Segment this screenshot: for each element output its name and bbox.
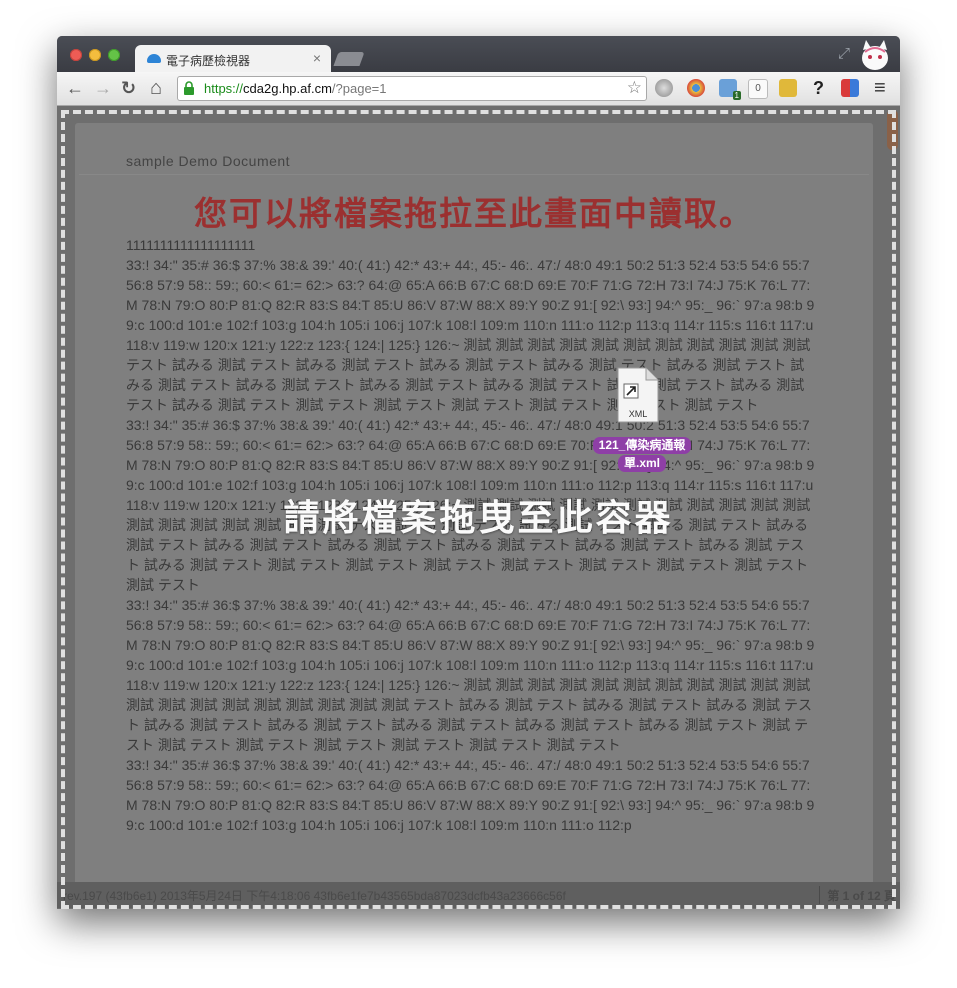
new-tab-button[interactable] [333, 52, 365, 66]
browser-window: 電子病歷檢視器 × ⤢ ← → ↻ ⌂ https://cda2g.hp.af.… [57, 36, 900, 909]
title-bar: 電子病歷檢視器 × ⤢ [57, 36, 900, 72]
browser-toolbar: ← → ↻ ⌂ https://cda2g.hp.af.cm/?page=1 ☆… [57, 72, 900, 106]
cloud-icon [147, 54, 161, 63]
back-button[interactable]: ← [66, 77, 84, 99]
maximize-window-button[interactable] [108, 49, 120, 61]
file-name-line1: 121_傳染病通報 [592, 437, 692, 454]
file-name-line2: 單.xml [617, 455, 666, 472]
url-text[interactable]: https://cda2g.hp.af.cm/?page=1 [204, 81, 387, 96]
minimize-window-button[interactable] [89, 49, 101, 61]
lock-icon [184, 81, 194, 95]
url-path: /?page=1 [331, 81, 387, 96]
url-scheme: https:// [204, 81, 244, 96]
file-name-label: 121_傳染病通報 單.xml [587, 436, 697, 472]
address-bar[interactable]: https://cda2g.hp.af.cm/?page=1 ☆ [177, 76, 647, 101]
help-icon[interactable]: ? [813, 77, 824, 99]
profile-avatar-icon[interactable] [857, 38, 893, 72]
presentation-icon[interactable] [841, 79, 859, 97]
chrome-icon[interactable] [687, 79, 705, 97]
counter-icon[interactable]: 0 [748, 79, 768, 99]
close-window-button[interactable] [70, 49, 82, 61]
page-content: sample Demo Document 您可以將檔案拖拉至此畫面中讀取。 11… [57, 106, 900, 909]
tab-viewer[interactable]: 電子病歷檢視器 × [135, 45, 331, 72]
globe-icon[interactable] [655, 79, 673, 97]
drop-message: 請將檔案拖曳至此容器 [283, 497, 674, 539]
url-host: cda2g.hp.af.cm [243, 81, 332, 96]
home-button[interactable]: ⌂ [150, 77, 162, 99]
tab-title: 電子病歷檢視器 [166, 54, 251, 68]
xml-file-icon: XML [617, 367, 659, 423]
notes-icon[interactable] [779, 79, 797, 97]
menu-icon[interactable]: ≡ [874, 77, 886, 99]
tab-close-icon[interactable]: × [313, 50, 321, 66]
file-type-label: XML [629, 409, 648, 419]
forward-button[interactable]: → [94, 77, 112, 99]
puzzle-icon[interactable]: 1 [719, 79, 741, 100]
puzzle-badge: 1 [732, 91, 741, 100]
reload-button[interactable]: ↻ [121, 77, 136, 99]
bookmark-star-icon[interactable]: ☆ [627, 78, 642, 98]
fullscreen-icon[interactable]: ⤢ [838, 45, 850, 62]
